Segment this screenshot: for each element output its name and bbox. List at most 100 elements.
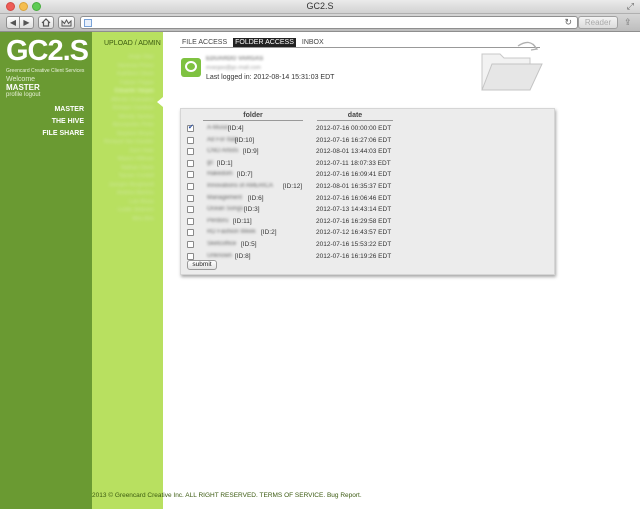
reload-icon[interactable]: ↻: [564, 17, 572, 28]
tab-file-access[interactable]: FILE ACCESS: [180, 38, 229, 47]
nav-file-share[interactable]: FILE SHARE: [42, 130, 84, 137]
folder-name: CNO Artists: [207, 148, 239, 155]
table-row: Perdoru [ID:11] 2012-07-16 16:29:58 EDT: [186, 216, 546, 228]
folder-name: Unknown: [207, 252, 233, 259]
footer: 2013 © Greencard Creative Inc. ALL RIGHT…: [92, 492, 362, 499]
folder-date: 2012-08-01 13:44:03 EDT: [316, 148, 392, 156]
left-sidebar: GC2.S Greencard Creative Client Services…: [0, 32, 92, 509]
folder-header-rule: [203, 120, 303, 121]
member-item[interactable]: Andrea Martins: [92, 190, 163, 199]
member-item[interactable]: Nathan Davis: [92, 165, 163, 174]
folder-checkbox[interactable]: [187, 194, 194, 202]
folder-name: Ocean Songs: [207, 206, 244, 213]
date-column-header: date: [347, 112, 363, 119]
window-titlebar: GC2.S ⤢: [0, 0, 640, 14]
terms-of-service-link[interactable]: TERMS OF SERVICE.: [260, 492, 326, 499]
table-row: Management [ID:6] 2012-07-16 16:06:46 ED…: [186, 193, 546, 205]
user-name: EDUARDO VARGAS: [206, 56, 264, 62]
folder-checkbox[interactable]: [187, 229, 194, 237]
submit-button[interactable]: submit: [187, 260, 217, 270]
member-item[interactable]: Vanessa Perez: [92, 63, 163, 72]
folder-id: [ID:12]: [283, 182, 303, 190]
logout-link[interactable]: logout: [24, 92, 40, 98]
profile-links: profile logout: [6, 92, 40, 98]
site-logo[interactable]: GC2.S: [6, 35, 89, 67]
member-item[interactable]: Mason Hillman: [92, 156, 163, 165]
folder-checkbox[interactable]: [187, 240, 194, 248]
copyright-text: 2013 © Greencard Creative Inc. ALL RIGHT…: [92, 492, 258, 499]
table-row: Sketcoffice [ID:5] 2012-07-16 15:53:22 E…: [186, 239, 546, 251]
date-header-rule: [317, 120, 393, 121]
folder-name: Ad For Italy: [207, 136, 238, 143]
folder-checkbox[interactable]: [187, 148, 194, 156]
member-item[interactable]: Kathleen Davis: [92, 71, 163, 80]
member-item[interactable]: Leslie Jimenez: [92, 207, 163, 216]
folder-checkbox[interactable]: [187, 123, 194, 132]
home-icon: [41, 18, 51, 27]
bug-report-link[interactable]: Bug Report.: [327, 492, 362, 499]
member-item[interactable]: Tanner Cordell: [92, 173, 163, 182]
folder-date: 2012-07-11 18:07:33 EDT: [316, 159, 391, 167]
folder-name: Perdoru: [207, 217, 229, 224]
folder-checkbox[interactable]: [187, 159, 194, 167]
folder-checkbox[interactable]: [187, 252, 194, 260]
folder-date: 2012-07-16 16:29:58 EDT: [316, 217, 392, 225]
table-row: gc [ID:1] 2012-07-11 18:07:33 EDT: [186, 158, 546, 170]
upload-admin-link[interactable]: UPLOAD / ADMIN: [104, 40, 161, 47]
access-tabs: FILE ACCESS FOLDER ACCESS INBOX: [180, 38, 326, 47]
member-item[interactable]: Stephen Reyes: [92, 131, 163, 140]
member-item[interactable]: Alessandro Pinto: [92, 122, 163, 131]
home-button[interactable]: [38, 16, 54, 29]
member-item[interactable]: Jorge Diaz: [92, 54, 163, 63]
member-item[interactable]: Zach Hale: [92, 148, 163, 157]
folder-date: 2012-07-16 16:27:06 EDT: [316, 136, 392, 144]
table-row: Hakedom [ID:7] 2012-07-16 16:09:41 EDT: [186, 169, 546, 181]
folder-id: [ID:6]: [248, 194, 264, 202]
folder-id: [ID:1]: [217, 159, 233, 167]
address-bar[interactable]: ↻: [80, 16, 578, 29]
fullscreen-icon[interactable]: ⤢: [627, 1, 634, 12]
welcome-text: Welcome: [6, 76, 36, 83]
folder-checkbox[interactable]: [187, 217, 194, 225]
folder-checkbox[interactable]: [187, 171, 194, 179]
back-button[interactable]: ◀: [6, 16, 20, 29]
folder-checkbox[interactable]: [187, 136, 194, 144]
folder-name: Sketcoffice: [207, 240, 237, 247]
member-item[interactable]: Juergen Burghardt: [92, 182, 163, 191]
folder-checkbox[interactable]: [187, 182, 194, 190]
member-item[interactable]: Luis Rivas: [92, 199, 163, 208]
profile-link[interactable]: profile: [6, 92, 22, 98]
member-item[interactable]: Renaud Van Gander: [92, 139, 163, 148]
folder-id: [ID:5]: [241, 240, 257, 248]
table-row: Ocean Songs [ID:3] 2012-07-13 14:43:14 E…: [186, 204, 546, 216]
folder-column-header: folder: [243, 112, 263, 119]
nav-master[interactable]: MASTER: [54, 106, 84, 113]
member-item-selected[interactable]: Eduardo Vargas: [92, 88, 163, 97]
member-item[interactable]: Wes Brix: [92, 216, 163, 225]
member-item[interactable]: Enrique Cardoso: [92, 105, 163, 114]
folder-id: [ID:9]: [243, 148, 259, 156]
tab-inbox[interactable]: INBOX: [300, 38, 326, 47]
folder-rows: A-Music [ID:4] 2012-07-16 00:00:00 EDT A…: [186, 123, 546, 262]
tab-folder-access[interactable]: FOLDER ACCESS: [233, 38, 296, 47]
folder-date: 2012-07-16 16:09:41 EDT: [316, 171, 392, 179]
table-row: RD Fashion Week [ID:2] 2012-07-12 16:43:…: [186, 227, 546, 239]
forward-button[interactable]: ▶: [20, 16, 34, 29]
folder-date: 2012-07-16 16:06:46 EDT: [316, 194, 392, 202]
folder-name: A-Music: [207, 125, 229, 131]
folder-date: 2012-07-12 16:43:57 EDT: [316, 229, 392, 237]
folder-date: 2012-07-16 16:19:26 EDT: [316, 252, 392, 260]
folder-date: 2012-08-01 16:35:37 EDT: [316, 182, 392, 190]
nav-the-hive[interactable]: THE HIVE: [52, 118, 84, 125]
share-icon[interactable]: ⇪: [624, 17, 632, 28]
member-item[interactable]: Fabian Pagan: [92, 80, 163, 89]
folder-name: RD Fashion Week: [207, 229, 256, 236]
reader-button[interactable]: Reader: [578, 16, 618, 29]
member-list: Jorge Diaz Vanessa Perez Kathleen Davis …: [92, 54, 163, 224]
table-row: Innovations of AMERICA [ID:12] 2012-08-0…: [186, 181, 546, 193]
top-sites-button[interactable]: [58, 16, 75, 29]
member-item[interactable]: Wendy Santos: [92, 114, 163, 123]
member-item[interactable]: Alfredo Granados: [92, 97, 163, 106]
folder-checkbox[interactable]: [187, 206, 194, 214]
folder-date: 2012-07-16 15:53:22 EDT: [316, 240, 392, 248]
